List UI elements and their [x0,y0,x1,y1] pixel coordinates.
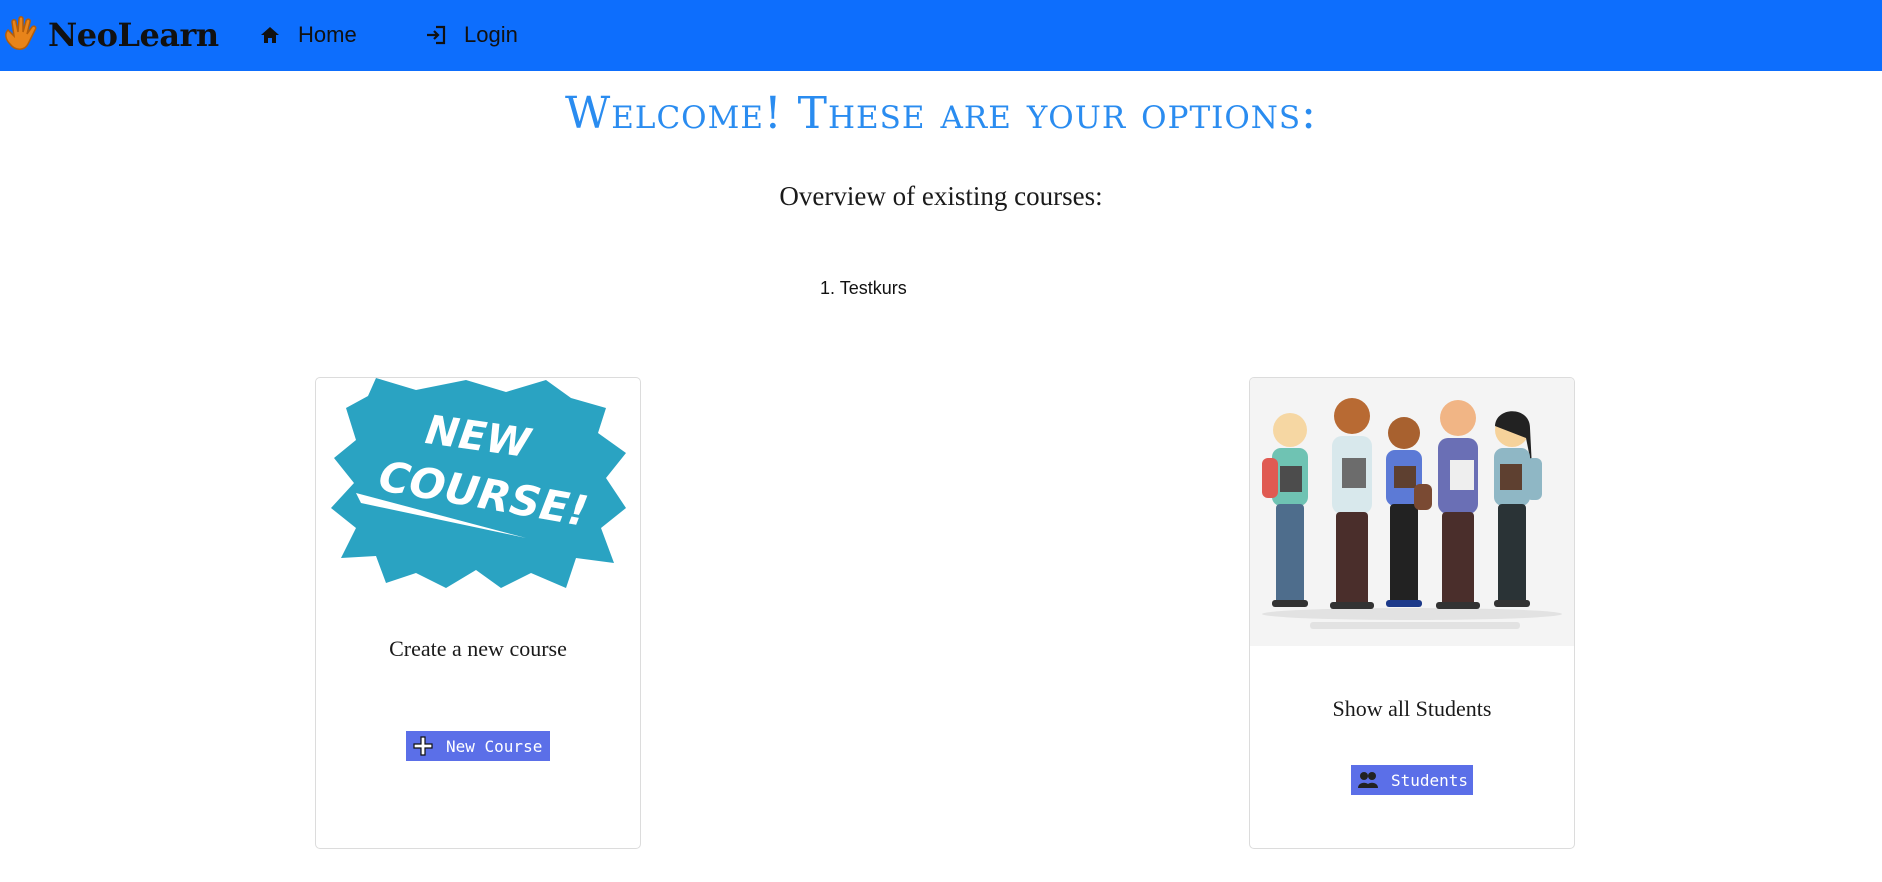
courses-overview-heading: Overview of existing courses: [779,181,1103,211]
students-button[interactable]: Students [1351,765,1473,795]
course-list: 1. Testkurs [820,278,907,299]
new-course-button-label: New Course [446,736,543,756]
students-button-label: Students [1391,770,1469,790]
top-navbar: NeoLearn Home Login [0,0,1882,71]
students-card-title: Show all Students [1332,696,1492,721]
new-course-card: NEW COURSE! Create a new course New Cour… [315,377,641,849]
students-card: Show all Students Students [1249,377,1575,849]
brand-link[interactable]: NeoLearn [0,10,219,60]
hand-icon [0,14,42,56]
new-course-image: NEW COURSE! [316,378,640,593]
new-course-button[interactable]: New Course [406,731,550,761]
new-course-card-title: Create a new course [389,636,567,661]
page-title: Welcome! These are your options: [565,88,1317,139]
course-list-item[interactable]: 1. Testkurs [820,278,907,299]
course-name: Testkurs [839,278,907,298]
nav-home-link[interactable]: Home [258,18,357,52]
login-icon [424,23,448,47]
students-image [1250,378,1574,646]
brand-name: NeoLearn [48,16,219,54]
nav-login-link[interactable]: Login [424,18,518,52]
users-icon [1357,769,1379,791]
home-icon [258,23,282,47]
nav-login-label: Login [464,22,518,47]
plus-icon [412,735,434,757]
nav-home-label: Home [298,22,357,47]
